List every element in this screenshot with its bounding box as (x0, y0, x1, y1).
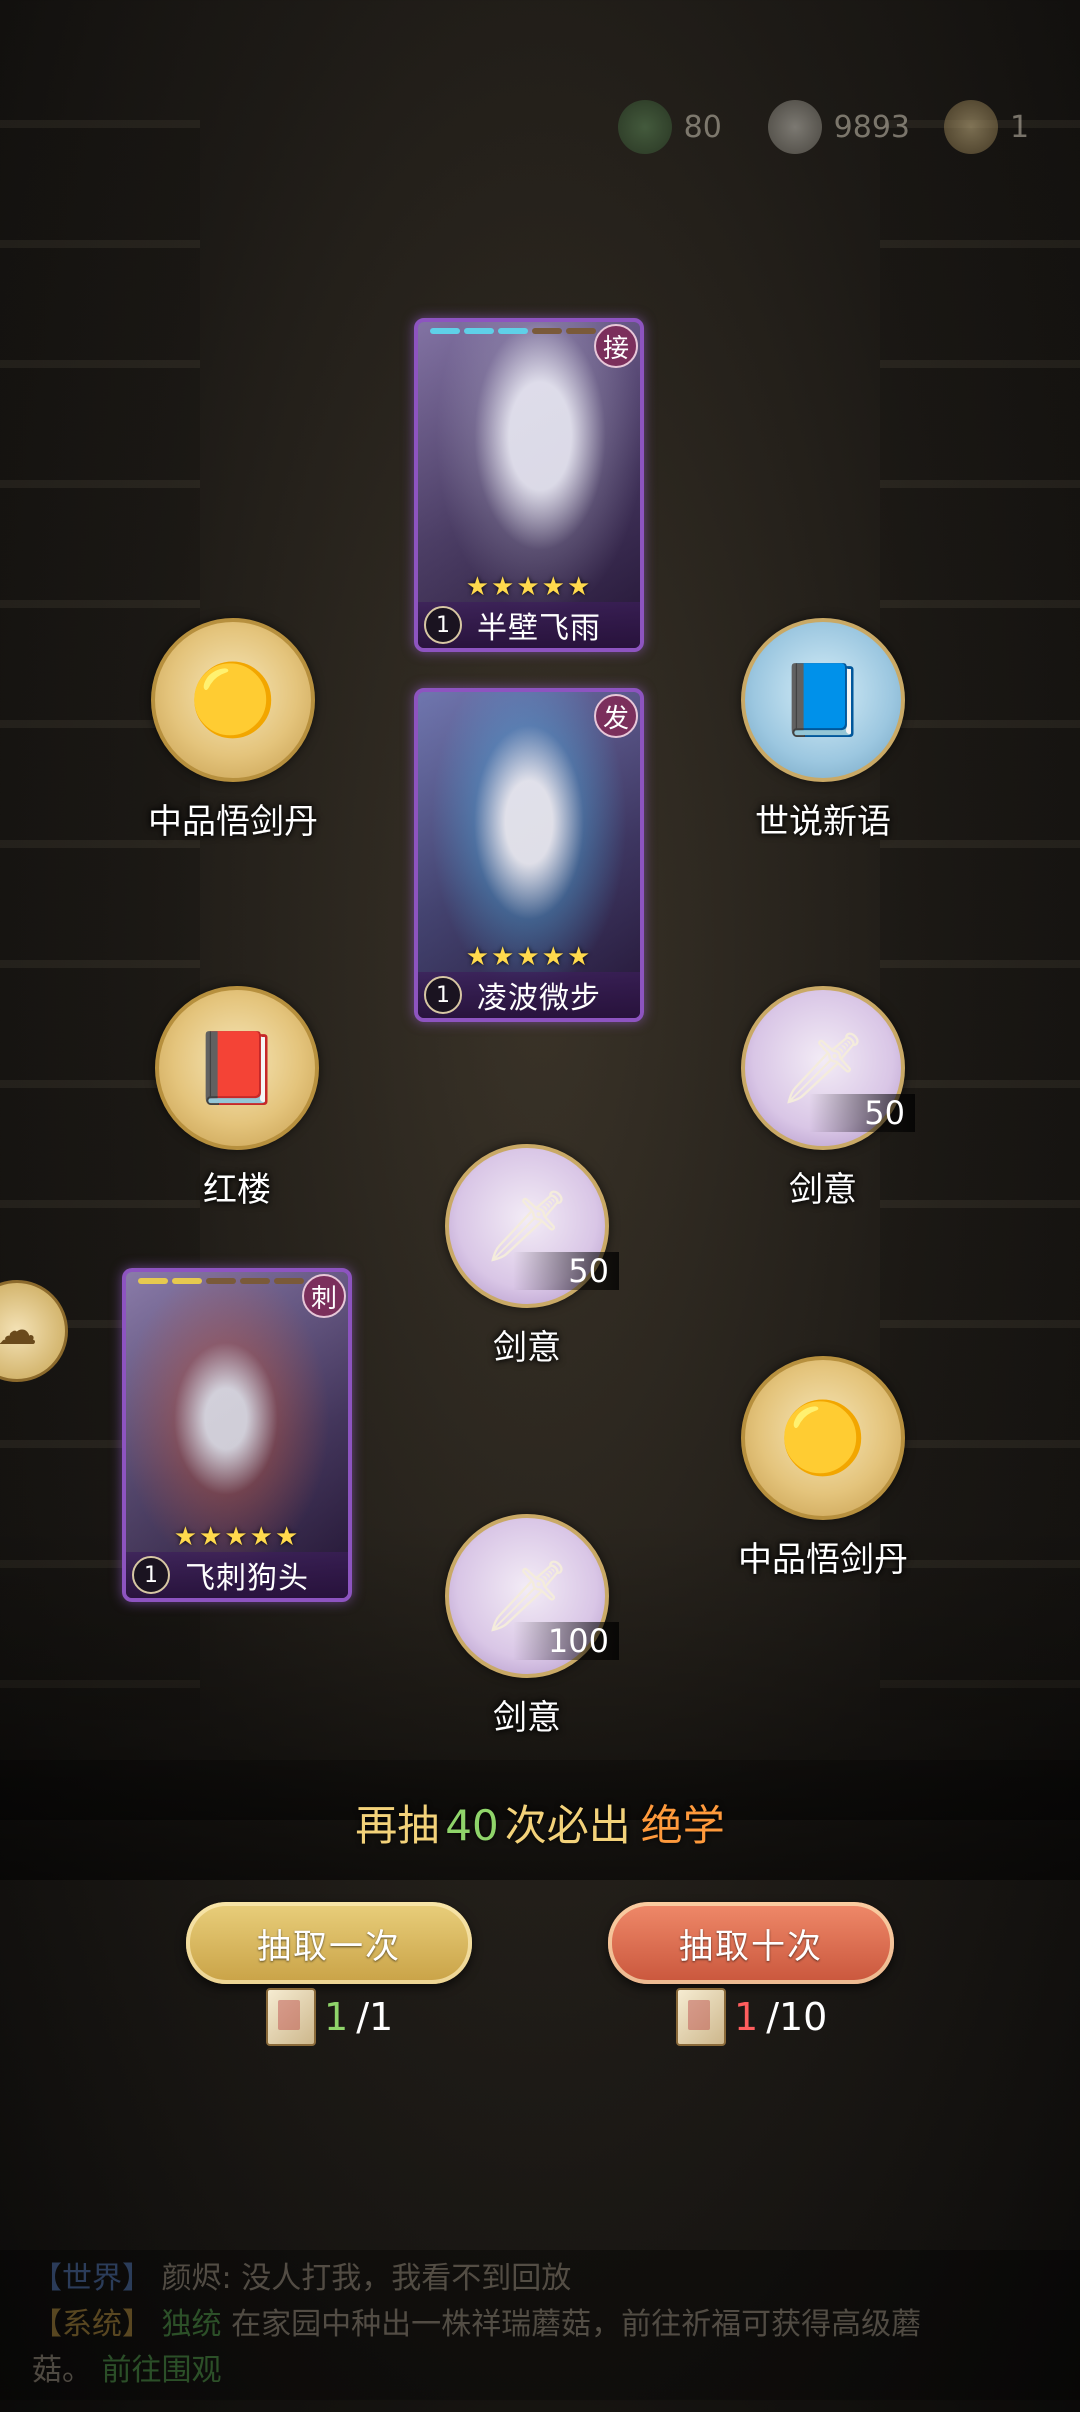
currency-book-value: 1 (1010, 109, 1030, 145)
chat-channel-tag: 【系统】 (32, 2307, 152, 2342)
pity-text: 再抽 40 次必出 绝学 (0, 1792, 1080, 1853)
reward-book-shishuo[interactable]: 📘 世说新语 (738, 618, 908, 843)
chat-line: 【系统】 独统 在家园中种出一株祥瑞蘑菇，前往祈福可获得高级蘑 (32, 2302, 1048, 2348)
chat-panel[interactable]: 【世界】 颜烬: 没人打我，我看不到回放 【系统】 独统 在家园中种出一株祥瑞蘑… (0, 2250, 1080, 2412)
item-label: 剑意 (789, 1170, 857, 1210)
cost-need: /10 (766, 1995, 828, 2039)
reward-sword-intent-bottom[interactable]: 🗡 100 剑意 (442, 1514, 619, 1739)
chat-message: 在家园中种出一株祥瑞蘑菇，前往祈福可获得高级蘑 (231, 2307, 922, 2342)
card-stars: ★★★★★ (173, 1522, 301, 1552)
currency-book[interactable]: 1 (944, 100, 1060, 154)
golden-pill-icon: 🟡 (189, 659, 277, 741)
red-book-icon: 📕 (193, 1027, 281, 1109)
skill-card-banbi-feiyu[interactable]: 接 ★★★★★ 1 半壁飞雨 (414, 318, 644, 652)
golden-pill-icon: 🟡 (779, 1397, 867, 1479)
item-count: 100 (513, 1622, 619, 1660)
item-label: 世说新语 (755, 802, 891, 842)
card-name: 半壁飞雨 (477, 611, 601, 646)
item-label: 剑意 (493, 1328, 561, 1368)
reward-pill-right[interactable]: 🟡 中品悟剑丹 (738, 1356, 908, 1581)
currency-bar: 80 9893 1 (617, 100, 1060, 154)
currency-jade[interactable]: 80 (617, 100, 734, 154)
skill-card-feici-goutou[interactable]: 刺 ★★★★★ 1 飞刺狗头 (122, 1268, 352, 1602)
item-count: 50 (809, 1094, 915, 1132)
card-level: 1 (424, 606, 462, 644)
sword-orb: 🗡 100 (445, 1514, 619, 1678)
card-footer: 1 飞刺狗头 (126, 1552, 348, 1598)
item-label: 剑意 (493, 1698, 561, 1738)
card-grade-bars (430, 328, 596, 334)
reward-sword-intent-center[interactable]: 🗡 50 剑意 (442, 1144, 619, 1369)
item-label: 中品悟剑丹 (738, 1540, 908, 1580)
cost-have: 1 (324, 1995, 349, 2039)
draw-ten-button[interactable]: 抽取十次 (608, 1902, 894, 1984)
pity-prefix: 再抽 (355, 1801, 440, 1850)
card-role-badge: 刺 (302, 1274, 346, 1318)
chat-player-name[interactable]: 独统 (162, 2307, 222, 2342)
card-footer: 1 凌波微步 (418, 972, 640, 1018)
draw-once-button[interactable]: 抽取一次 (186, 1902, 472, 1984)
card-stars: ★★★★★ (465, 942, 593, 972)
currency-bowl-value: 9893 (833, 109, 910, 145)
chat-channel-tag: 【世界】 (32, 2261, 152, 2296)
chat-link[interactable]: 前往围观 (102, 2353, 222, 2388)
sword-icon: 🗡 (482, 1185, 572, 1267)
currency-jade-value: 80 (683, 109, 722, 145)
chat-message: 菇。 (32, 2353, 92, 2388)
card-name: 凌波微步 (477, 981, 601, 1016)
item-count: 50 (513, 1252, 619, 1290)
draw-once-cost: 1/1 (266, 1988, 393, 2046)
pill-orb: 🟡 (151, 618, 315, 782)
book-orb: 📕 (155, 986, 319, 1150)
sword-icon: 🗡 (482, 1555, 572, 1637)
pity-count: 40 (445, 1801, 499, 1850)
card-grade-bars (138, 1278, 304, 1284)
pill-orb: 🟡 (741, 1356, 905, 1520)
chat-message: 颜烬: 没人打我，我看不到回放 (161, 2261, 572, 2296)
chat-line: 【世界】 颜烬: 没人打我，我看不到回放 (32, 2256, 1048, 2302)
card-name: 飞刺狗头 (185, 1561, 309, 1596)
card-footer: 1 半壁飞雨 (418, 602, 640, 648)
sword-orb: 🗡 50 (741, 986, 915, 1150)
reward-book-honglou[interactable]: 📕 红楼 (152, 986, 322, 1211)
reward-sword-intent-right[interactable]: 🗡 50 剑意 (738, 986, 915, 1211)
cost-need: /1 (356, 1995, 394, 2039)
card-level: 1 (132, 1556, 170, 1594)
item-label: 中品悟剑丹 (148, 802, 318, 842)
cloud-icon: ☁ (0, 1308, 37, 1354)
skill-card-lingbo-weibu[interactable]: 发 ★★★★★ 1 凌波微步 (414, 688, 644, 1022)
pity-middle: 次必出 (504, 1801, 631, 1850)
chat-line: 菇。 前往围观 (32, 2348, 1048, 2394)
cost-have: 1 (734, 1995, 759, 2039)
scroll-ticket-icon (266, 1988, 316, 2046)
card-role-badge: 发 (594, 694, 638, 738)
card-stars: ★★★★★ (465, 572, 593, 602)
pity-reward: 绝学 (640, 1801, 725, 1850)
bookshelf-right (880, 120, 1080, 1720)
currency-bowl[interactable]: 9893 (767, 100, 910, 154)
card-role-badge: 接 (594, 324, 638, 368)
scroll-ticket-icon (676, 1988, 726, 2046)
reward-pill-left[interactable]: 🟡 中品悟剑丹 (148, 618, 318, 843)
book-icon: 📘 (779, 659, 867, 741)
card-level: 1 (424, 976, 462, 1014)
draw-ten-cost: 1/10 (676, 1988, 827, 2046)
sword-icon: 🗡 (778, 1027, 868, 1109)
bowl-icon (767, 100, 822, 154)
side-menu-button[interactable]: ☁ (0, 1280, 68, 1382)
book-orb: 📘 (741, 618, 905, 782)
item-label: 红楼 (203, 1170, 271, 1210)
book-icon (944, 100, 998, 154)
jade-icon (617, 100, 672, 154)
sword-orb: 🗡 50 (445, 1144, 619, 1308)
